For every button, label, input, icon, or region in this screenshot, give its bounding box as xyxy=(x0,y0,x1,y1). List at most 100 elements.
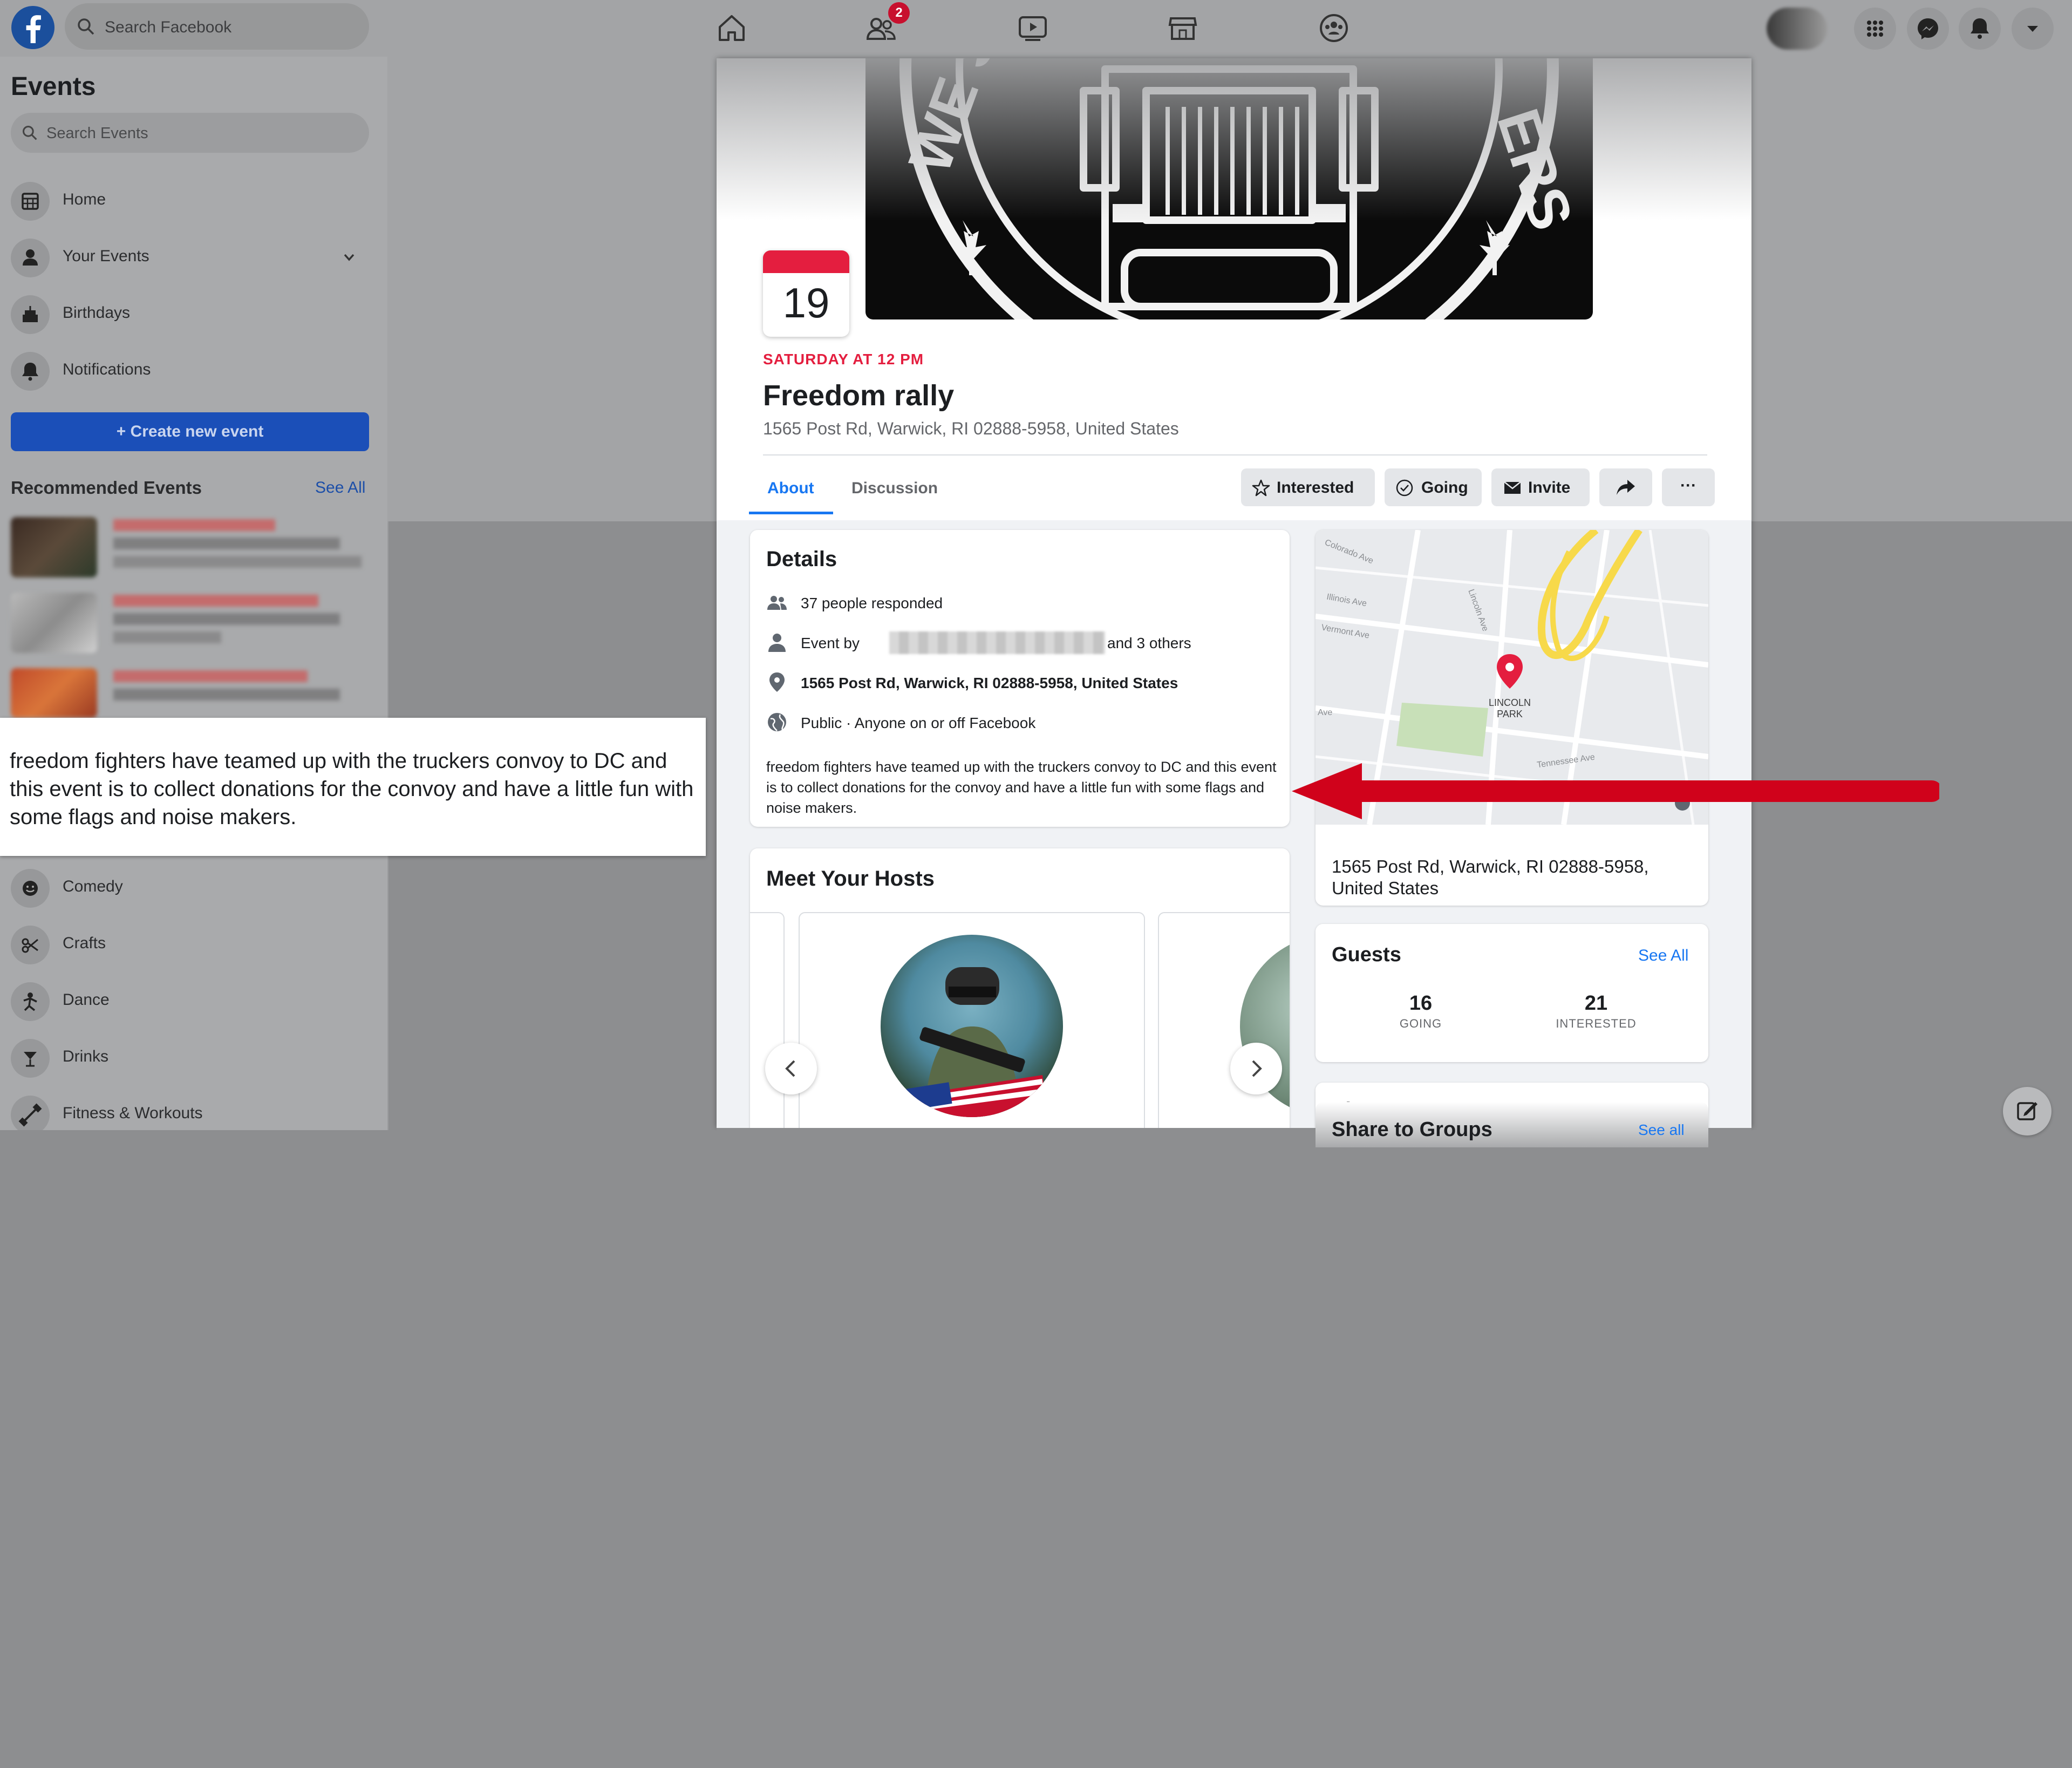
calendar-grid-icon xyxy=(11,182,50,221)
marketplace-icon[interactable] xyxy=(1167,12,1199,44)
location-pin-icon xyxy=(766,671,788,693)
sidebar-item-home[interactable]: Home xyxy=(11,178,367,223)
carousel-previous-button[interactable] xyxy=(765,1043,817,1094)
event-datetime: SATURDAY AT 12 PM xyxy=(763,351,924,368)
tab-label: Discussion xyxy=(851,479,938,497)
going-label: Going xyxy=(1421,479,1468,497)
sidebar-item-notifications[interactable]: Notifications xyxy=(11,348,367,393)
groups-icon[interactable] xyxy=(1318,12,1350,44)
search-icon xyxy=(22,125,38,141)
map-address: 1565 Post Rd, Warwick, RI 02888-5958, Un… xyxy=(1332,856,1649,898)
blurred-text-line xyxy=(113,670,308,682)
search-icon xyxy=(77,17,95,36)
blurred-text-line xyxy=(113,631,221,643)
blurred-text-line xyxy=(113,689,340,701)
bell-icon xyxy=(11,352,50,391)
cake-icon xyxy=(11,295,50,334)
compose-edit-icon[interactable] xyxy=(2003,1087,2051,1135)
tab-discussion[interactable]: Discussion xyxy=(851,458,954,512)
privacy-text: Public · Anyone on or off Facebook xyxy=(801,715,1036,731)
carousel-next-button[interactable] xyxy=(1230,1043,1282,1094)
lower-overlay xyxy=(0,1130,2072,1768)
category-dance[interactable]: Dance xyxy=(11,978,367,1023)
chevron-down-icon[interactable] xyxy=(341,249,357,266)
category-label: Crafts xyxy=(63,934,106,952)
location-text[interactable]: 1565 Post Rd, Warwick, RI 02888-5958, Un… xyxy=(801,675,1178,692)
watch-video-icon[interactable] xyxy=(1017,12,1049,44)
interested-label: INTERESTED xyxy=(1556,1017,1637,1030)
tab-about[interactable]: About xyxy=(749,458,833,514)
category-label: Comedy xyxy=(63,878,123,895)
create-new-event-label: + Create new event xyxy=(116,423,264,440)
guests-card: Guests See All 16 GOING 21 INTERESTED xyxy=(1316,924,1708,1062)
going-count[interactable]: 16 xyxy=(1380,992,1461,1015)
sidebar-item-your-events[interactable]: Your Events xyxy=(11,234,367,280)
sidebar-item-label: Notifications xyxy=(63,361,151,378)
see-all-recommended-link[interactable]: See All xyxy=(315,479,365,497)
map-card: Colorado Ave Illinois Ave Vermont Ave Li… xyxy=(1316,530,1708,906)
category-label: Fitness & Workouts xyxy=(63,1104,203,1122)
svg-text:WE S: WE S xyxy=(896,58,1011,181)
category-crafts[interactable]: Crafts xyxy=(11,921,367,967)
recommended-events-title: Recommended Events xyxy=(11,478,202,498)
messenger-icon[interactable] xyxy=(1907,8,1949,50)
invite-button[interactable]: Invite xyxy=(1491,468,1590,506)
category-label: Dance xyxy=(63,991,110,1009)
category-label: Drinks xyxy=(63,1048,109,1065)
map-street-label: Ave xyxy=(1318,708,1333,717)
host-avatar[interactable] xyxy=(881,935,1063,1117)
share-arrow-icon xyxy=(1616,478,1636,497)
recommended-event-item-blurred[interactable] xyxy=(11,513,367,583)
host-name-redacted[interactable] xyxy=(889,631,1105,654)
map-park-label: LINCOLN PARK xyxy=(1488,697,1531,719)
search-placeholder: Search Facebook xyxy=(105,18,232,36)
facebook-logo-icon[interactable] xyxy=(11,5,55,50)
home-icon[interactable] xyxy=(715,12,748,44)
share-see-all-peek[interactable]: See all xyxy=(1638,1121,1685,1139)
callout-text: freedom fighters have teamed up with the… xyxy=(10,749,694,829)
search-events-field[interactable]: Search Events xyxy=(11,113,369,153)
category-drinks[interactable]: Drinks xyxy=(11,1035,367,1080)
host-card-partial-left[interactable] xyxy=(750,912,785,1128)
sidebar-title: Events xyxy=(11,72,96,101)
event-detail-panel: WE S ERS 19 SATURDAY AT 12 PM Freedom ra… xyxy=(717,58,1751,1128)
host-card[interactable] xyxy=(799,912,1145,1128)
friends-notification-badge: 2 xyxy=(888,2,910,24)
sidebar-item-birthdays[interactable]: Birthdays xyxy=(11,291,367,336)
event-thumbnail xyxy=(11,668,97,718)
event-title: Freedom rally xyxy=(763,379,955,412)
share-button[interactable] xyxy=(1599,468,1652,506)
search-events-placeholder: Search Events xyxy=(46,125,148,142)
event-thumbnail xyxy=(11,517,97,577)
smile-icon xyxy=(11,869,50,908)
person-icon xyxy=(766,631,788,653)
recommended-event-item-blurred[interactable] xyxy=(11,588,367,658)
details-title: Details xyxy=(766,547,837,571)
search-facebook-field[interactable]: Search Facebook xyxy=(65,3,369,50)
interested-button[interactable]: Interested xyxy=(1241,468,1375,506)
blurred-text-line xyxy=(113,595,318,607)
description-callout: freedom fighters have teamed up with the… xyxy=(0,718,706,856)
category-comedy[interactable]: Comedy xyxy=(11,865,367,910)
notifications-bell-icon[interactable] xyxy=(1959,8,2001,50)
going-button[interactable]: Going xyxy=(1385,468,1482,506)
event-description: freedom fighters have teamed up with the… xyxy=(766,759,1277,816)
star-icon xyxy=(1252,479,1270,497)
interested-label: Interested xyxy=(1277,479,1354,497)
more-options-button[interactable]: ··· xyxy=(1662,468,1715,506)
guests-title: Guests xyxy=(1332,943,1401,966)
and-others-text: and 3 others xyxy=(1107,635,1191,651)
date-badge-header xyxy=(763,250,849,273)
account-dropdown-icon[interactable] xyxy=(2012,8,2054,50)
svg-text:ERS: ERS xyxy=(1484,101,1585,237)
interested-count[interactable]: 21 xyxy=(1542,992,1650,1015)
divider xyxy=(763,454,1707,455)
profile-avatar-blurred[interactable] xyxy=(1767,8,1827,50)
host-card-partial-right[interactable] xyxy=(1158,912,1290,1128)
dance-icon xyxy=(11,982,50,1021)
sidebar-item-label: Your Events xyxy=(63,247,149,265)
menu-grid-icon[interactable] xyxy=(1854,8,1896,50)
guests-see-all-link[interactable]: See All xyxy=(1638,947,1688,965)
create-new-event-button[interactable]: + Create new event xyxy=(11,412,369,451)
recommended-event-item-blurred[interactable] xyxy=(11,664,367,718)
